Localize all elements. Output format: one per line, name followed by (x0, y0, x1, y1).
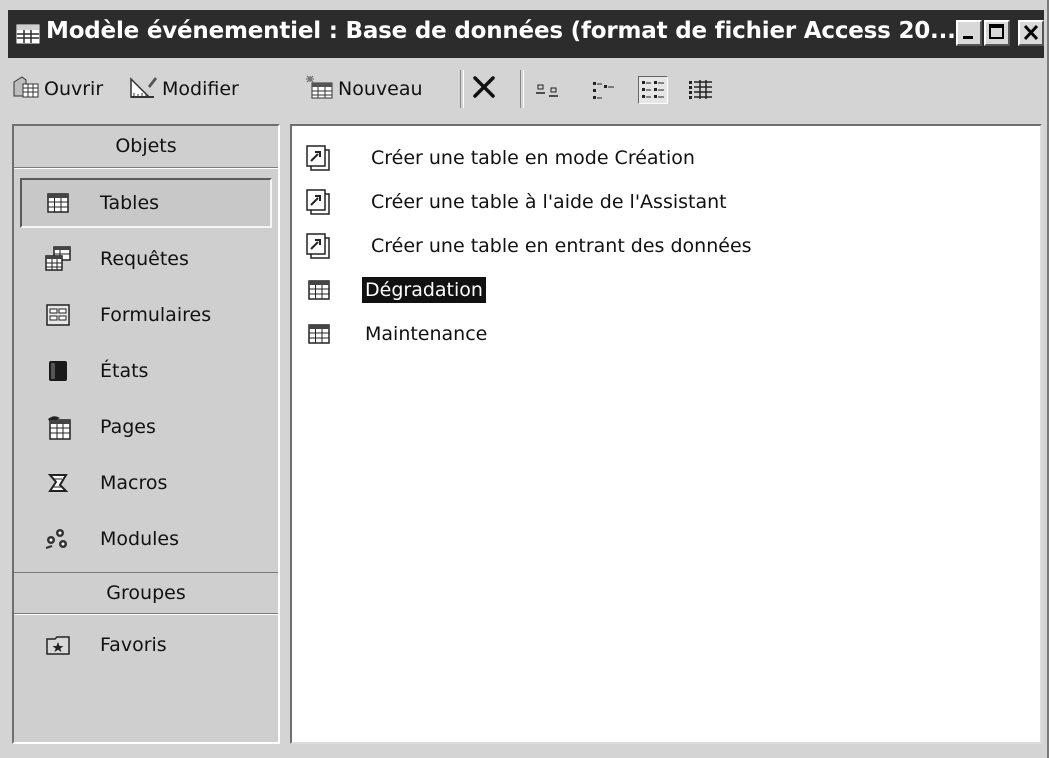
wizard-shortcut-icon (304, 231, 334, 261)
open-icon (12, 74, 40, 105)
delete-button[interactable] (470, 74, 498, 104)
list-item[interactable]: Maintenance (304, 314, 490, 354)
wizard-shortcut-icon (304, 143, 334, 173)
small-icons-icon (593, 82, 614, 99)
list-item[interactable]: Dégradation (304, 270, 486, 310)
large-icons-icon (536, 84, 558, 97)
list-item-label: Maintenance (365, 323, 488, 345)
form-icon (44, 301, 72, 329)
list-view-button[interactable] (638, 76, 668, 104)
groups-header[interactable]: Groupes (14, 572, 278, 614)
list-item-label: Créer une table à l'aide de l'Assistant (371, 191, 727, 213)
list-item[interactable]: Créer une table en entrant des données (304, 226, 755, 266)
list-item-label: Créer une table en mode Création (371, 147, 695, 169)
object-item-label: Formulaires (100, 304, 212, 326)
query-icon (44, 245, 72, 273)
object-item-macros[interactable]: Macros (14, 458, 278, 508)
module-icon (44, 525, 72, 553)
objects-group-header[interactable]: Objets (14, 126, 278, 168)
database-window: Modèle événementiel : Base de données (f… (0, 0, 1049, 758)
group-item-favorites[interactable]: Favoris (14, 620, 278, 670)
toolbar: Ouvrir Modifier Nouveau (8, 66, 1044, 112)
open-button[interactable]: Ouvrir (12, 74, 103, 104)
objects-bar: Objets Tables Requêtes Formulaires États (12, 124, 280, 744)
object-item-forms[interactable]: Formulaires (14, 290, 278, 340)
object-item-modules[interactable]: Modules (14, 514, 278, 564)
small-icons-view-button[interactable] (590, 76, 620, 104)
maximize-button[interactable] (984, 20, 1010, 46)
object-item-queries[interactable]: Requêtes (14, 234, 278, 284)
close-icon (1023, 24, 1039, 41)
modify-label: Modifier (162, 78, 239, 100)
toolbar-separator (520, 70, 524, 108)
list-view-icon (642, 81, 664, 98)
modify-button[interactable]: Modifier (128, 74, 239, 104)
object-item-label: Modules (100, 528, 179, 550)
table-icon (44, 189, 72, 217)
favorites-icon (44, 631, 72, 659)
object-item-pages[interactable]: Pages (14, 402, 278, 452)
close-button[interactable] (1018, 20, 1044, 46)
maximize-icon (989, 24, 1004, 39)
delete-icon (470, 74, 498, 105)
group-item-label: Favoris (100, 634, 167, 656)
title-bar[interactable]: Modèle événementiel : Base de données (f… (8, 10, 1044, 58)
object-item-label: États (100, 360, 149, 382)
list-item[interactable]: Créer une table en mode Création (304, 138, 698, 178)
new-button[interactable]: Nouveau (304, 74, 423, 104)
toolbar-separator (460, 70, 464, 108)
object-item-tables[interactable]: Tables (20, 178, 272, 228)
open-label: Ouvrir (44, 78, 104, 100)
new-table-icon (304, 74, 334, 105)
list-item-label: Créer une table en entrant des données (371, 235, 752, 257)
table-icon (304, 319, 334, 349)
object-item-label: Pages (100, 416, 156, 438)
window-title: Modèle événementiel : Base de données (f… (46, 18, 956, 44)
object-item-label: Tables (100, 192, 160, 214)
object-item-reports[interactable]: États (14, 346, 278, 396)
page-icon (44, 413, 72, 441)
list-item-label: Dégradation (362, 277, 486, 303)
minimize-button[interactable] (956, 20, 982, 46)
object-item-label: Macros (100, 472, 168, 494)
list-item[interactable]: Créer une table à l'aide de l'Assistant (304, 182, 730, 222)
minimize-icon (963, 36, 973, 39)
details-view-button[interactable] (686, 76, 716, 104)
object-list: Créer une table en mode Création Créer u… (290, 124, 1042, 744)
table-icon (304, 275, 334, 305)
new-label: Nouveau (338, 78, 423, 100)
macro-icon (44, 469, 72, 497)
wizard-shortcut-icon (304, 187, 334, 217)
object-item-label: Requêtes (100, 248, 189, 270)
large-icons-view-button[interactable] (534, 76, 564, 104)
report-icon (44, 357, 72, 385)
details-view-icon (689, 80, 712, 99)
database-icon (16, 24, 40, 44)
design-ruler-icon (128, 74, 158, 105)
